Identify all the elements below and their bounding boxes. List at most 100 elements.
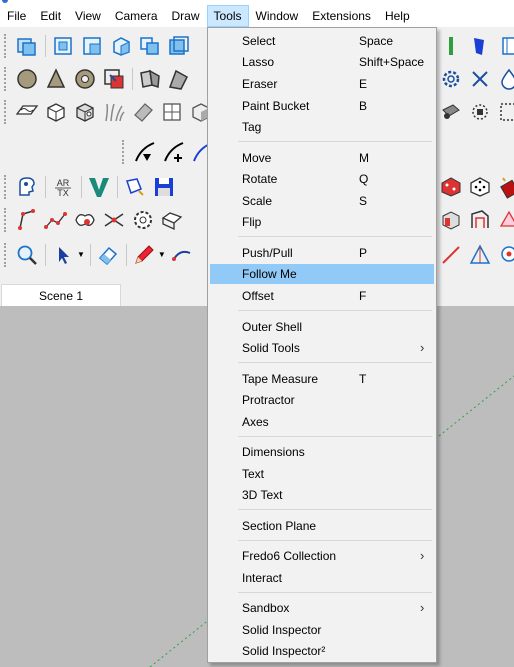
unfold-plane-icon[interactable] [13,98,41,126]
left-view-icon[interactable] [165,32,193,60]
green-axis-icon[interactable] [437,32,465,60]
bucket-export-icon[interactable] [121,173,149,201]
profile-head-icon[interactable] [13,173,41,201]
dice-red-icon[interactable] [437,173,465,201]
shape-import-icon[interactable] [100,65,128,93]
front-view-icon[interactable] [78,32,106,60]
extrude-tool-icon[interactable] [158,206,186,234]
menu-edit[interactable]: Edit [33,5,68,27]
toolbar-grip[interactable] [4,99,10,124]
back-view-icon[interactable] [136,32,164,60]
menu-view[interactable]: View [68,5,108,27]
menu-item-text[interactable]: Text [210,464,434,484]
dashed-ring-icon[interactable] [466,98,494,126]
toolbar-grip[interactable] [4,33,10,58]
menu-item-section-plane[interactable]: Section Plane [210,516,434,536]
position-camera-icon[interactable] [495,241,514,269]
toolbar-curves [118,135,218,168]
join-shape-icon[interactable] [71,206,99,234]
toolbar-grip[interactable] [122,139,128,164]
eraser-soft-icon[interactable] [129,98,157,126]
tape-red-icon[interactable] [437,241,465,269]
blue-plane-icon[interactable] [495,32,514,60]
menu-extensions[interactable]: Extensions [305,5,378,27]
menu-item-follow-me[interactable]: Follow Me [210,264,434,284]
top-view-icon[interactable] [49,32,77,60]
menu-item-offset[interactable]: Offset F [210,286,434,306]
menu-file[interactable]: File [0,5,33,27]
select-dropdown-icon[interactable]: ▼ [77,250,85,259]
menu-item-axes[interactable]: Axes [210,412,434,432]
polyline-points-icon[interactable] [42,206,70,234]
menu-draw[interactable]: Draw [165,5,207,27]
toolbar-grip[interactable] [4,174,10,199]
drop-icon[interactable] [495,65,514,93]
box-cut-icon[interactable] [71,98,99,126]
arc-icon[interactable] [168,241,196,269]
zoom-icon[interactable] [13,241,41,269]
gear-shape-icon[interactable] [129,206,157,234]
menu-item-paint-bucket[interactable]: Paint Bucket B [210,96,434,116]
bezier-pen-icon[interactable] [13,206,41,234]
menu-item-fredo6-collection[interactable]: Fredo6 Collection › [210,546,434,566]
torus-icon[interactable] [71,65,99,93]
blue-axis-icon[interactable] [466,32,494,60]
artx-icon[interactable]: AR TX [49,173,77,201]
menu-item-eraser[interactable]: Eraser E [210,74,434,94]
menu-item-outer-shell[interactable]: Outer Shell [210,317,434,337]
grass-icon[interactable] [100,98,128,126]
pencil-icon[interactable] [130,241,158,269]
frame-icon[interactable] [466,206,494,234]
red-block-icon[interactable] [437,206,465,234]
menu-item-protractor[interactable]: Protractor [210,390,434,410]
box-wire-icon[interactable] [42,98,70,126]
menu-camera[interactable]: Camera [108,5,165,27]
scene-tab[interactable]: Scene 1 [1,284,121,307]
menu-item-flip[interactable]: Flip [210,212,434,232]
menu-item-dimensions[interactable]: Dimensions [210,442,434,462]
save-disk-icon[interactable] [150,173,178,201]
bend-icon[interactable] [165,65,193,93]
menu-item-solid-tools[interactable]: Solid Tools › [210,338,434,358]
toolbar-grip[interactable] [4,207,10,232]
iso-view-icon[interactable] [13,32,41,60]
menu-item-solid-inspector[interactable]: Solid Inspector [210,620,434,640]
menu-tools[interactable]: Tools [206,5,249,27]
menu-item-rotate[interactable]: Rotate Q [210,169,434,189]
menu-help[interactable]: Help [378,5,417,27]
solid-shell-icon[interactable] [437,98,465,126]
toolbar-grip[interactable] [4,66,10,91]
menu-item-push-pull[interactable]: Push/Pull P [210,243,434,263]
menu-window[interactable]: Window [249,5,306,27]
close-x-icon[interactable] [466,65,494,93]
menu-item-sandbox[interactable]: Sandbox › [210,598,434,618]
menu-item-move[interactable]: Move M [210,148,434,168]
right-view-icon[interactable] [107,32,135,60]
red-plane-icon[interactable] [495,206,514,234]
pencil-dropdown-icon[interactable]: ▼ [158,250,166,259]
dice-icon[interactable] [466,173,494,201]
curve-tool-icon[interactable] [131,138,159,166]
curve-add-icon[interactable] [160,138,188,166]
section-triangle-icon[interactable] [466,241,494,269]
grid-component-icon[interactable] [158,98,186,126]
dynamite-icon[interactable] [495,173,514,201]
gear-icon[interactable] [437,65,465,93]
menu-item-tag[interactable]: Tag [210,117,434,137]
toolbar-grip[interactable] [4,242,10,267]
cone-icon[interactable] [42,65,70,93]
menu-item-scale[interactable]: Scale S [210,191,434,211]
menu-item-tape-measure[interactable]: Tape Measure T [210,369,434,389]
menu-item-lasso[interactable]: Lasso Shift+Space [210,52,434,72]
dashed-box-icon[interactable] [495,98,514,126]
menu-item-interact[interactable]: Interact [210,568,434,588]
v-ray-icon[interactable] [85,173,113,201]
sphere-icon[interactable] [13,65,41,93]
fold-icon[interactable] [136,65,164,93]
menu-item-3d-text[interactable]: 3D Text [210,485,434,505]
menu-item-select[interactable]: Select Space [210,31,434,51]
menu-item-solid-inspector-2[interactable]: Solid Inspector² [210,641,434,661]
select-arrow-icon[interactable] [49,241,77,269]
eraser-icon[interactable] [94,241,122,269]
intersect-icon[interactable] [100,206,128,234]
